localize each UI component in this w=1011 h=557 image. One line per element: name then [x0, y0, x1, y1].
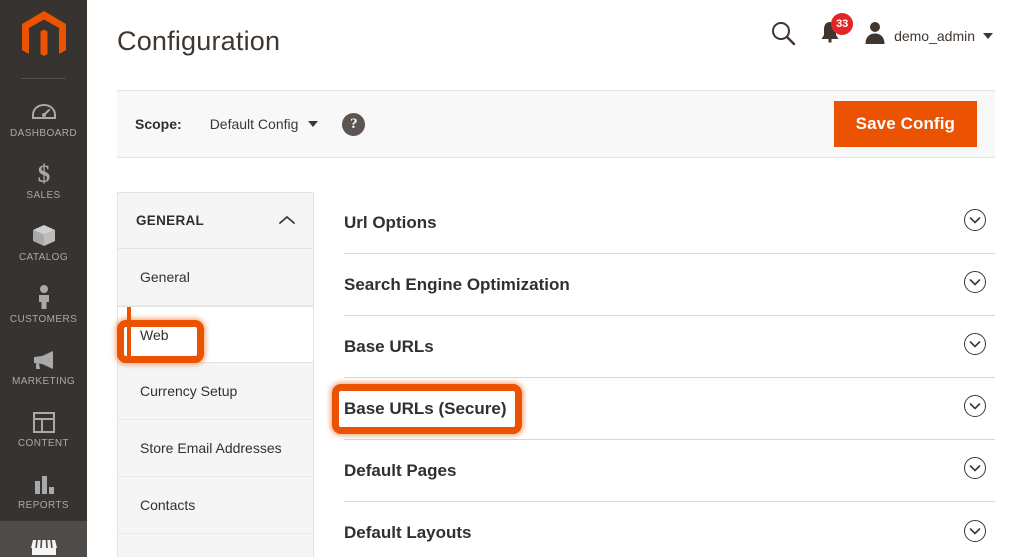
sidebar-item-marketing[interactable]: MARKETING — [0, 335, 87, 397]
section-row-default-pages[interactable]: Default Pages — [344, 440, 995, 502]
chevron-down-circle-icon[interactable] — [963, 332, 987, 361]
sidebar-item-sales[interactable]: $ SALES — [0, 149, 87, 211]
config-nav-item-label: Currency Setup — [140, 383, 238, 399]
section-row-base-urls-secure[interactable]: Base URLs (Secure) — [344, 378, 995, 440]
chevron-down-circle-icon[interactable] — [963, 519, 987, 548]
header-actions: 33 demo_admin — [770, 13, 993, 51]
section-title: Search Engine Optimization — [344, 274, 570, 294]
marketing-icon — [31, 346, 57, 372]
config-nav-item-contacts[interactable]: Contacts — [118, 477, 313, 534]
section-title: Base URLs (Secure) — [344, 398, 507, 418]
config-nav-item-general[interactable]: General — [118, 249, 313, 306]
search-button[interactable] — [770, 20, 796, 51]
stores-icon — [30, 532, 58, 557]
sidebar-item-label: REPORTS — [18, 499, 69, 511]
caret-down-icon — [308, 121, 319, 127]
sidebar-item-label: DASHBOARD — [10, 127, 77, 139]
admin-page: DASHBOARD $ SALES CATALOG CUSTOMERS MARK… — [0, 0, 1011, 557]
scope-label: Scope: — [135, 116, 182, 132]
scope-selected-value: Default Config — [209, 116, 299, 132]
config-nav-item-label: General — [140, 269, 190, 285]
chevron-down-circle-icon[interactable] — [963, 270, 987, 299]
section-row-search-engine-optimization[interactable]: Search Engine Optimization — [344, 254, 995, 316]
sidebar-item-stores[interactable]: STORES — [0, 521, 87, 557]
sidebar-item-reports[interactable]: REPORTS — [0, 459, 87, 521]
config-nav-item-currency-setup[interactable]: Currency Setup — [118, 363, 313, 420]
sidebar-item-label: CONTENT — [17, 437, 70, 449]
caret-down-icon — [983, 32, 993, 39]
config-nav-item-label: Web — [140, 326, 169, 343]
sidebar-item-content[interactable]: CONTENT — [0, 397, 87, 459]
section-row-default-layouts[interactable]: Default Layouts — [344, 502, 995, 557]
page-title: Configuration — [117, 26, 281, 56]
sidebar-item-label: SALES — [26, 189, 61, 201]
config-nav-group-general[interactable]: GENERAL — [118, 193, 313, 249]
magento-logo-icon — [18, 9, 70, 70]
customers-icon — [34, 284, 54, 310]
chevron-down-circle-icon[interactable] — [963, 208, 987, 237]
content-icon — [32, 408, 56, 434]
user-avatar-icon — [864, 21, 886, 50]
chevron-up-icon — [279, 212, 295, 230]
config-nav-panel: GENERAL General Web Currency Setup Store… — [117, 192, 314, 557]
page-header: Configuration 33 demo_admin — [87, 0, 1011, 78]
user-name: demo_admin — [894, 27, 975, 44]
config-nav-group-label: GENERAL — [136, 213, 205, 228]
section-title: Url Options — [344, 212, 437, 232]
config-nav-item-web[interactable]: Web — [118, 306, 313, 363]
sidebar-item-label: CATALOG — [18, 251, 69, 263]
sidebar-item-dashboard[interactable]: DASHBOARD — [0, 87, 87, 149]
config-nav-item-label: Contacts — [140, 497, 196, 513]
section-row-base-urls[interactable]: Base URLs — [344, 316, 995, 378]
notifications-button[interactable]: 33 — [818, 13, 854, 51]
sidebar-item-label: MARKETING — [11, 375, 76, 387]
dashboard-icon — [31, 98, 56, 124]
config-nav-item-label: Store Email Addresses — [140, 440, 282, 456]
scope-selector[interactable]: Default Config — [210, 116, 319, 132]
section-row-url-options[interactable]: Url Options — [344, 192, 995, 254]
section-title: Default Pages — [344, 460, 457, 480]
main-sidebar: DASHBOARD $ SALES CATALOG CUSTOMERS MARK… — [0, 0, 87, 557]
section-title: Default Layouts — [344, 523, 472, 542]
config-nav-item-store-email-addresses[interactable]: Store Email Addresses — [118, 420, 313, 477]
reports-icon — [32, 470, 56, 496]
question-mark-icon[interactable]: ? — [342, 112, 366, 136]
sales-icon: $ — [32, 160, 56, 186]
sidebar-item-catalog[interactable]: CATALOG — [0, 211, 87, 273]
svg-text:$: $ — [37, 161, 50, 186]
notification-badge: 33 — [831, 13, 854, 35]
sidebar-divider — [21, 78, 66, 79]
chevron-down-circle-icon[interactable] — [963, 456, 987, 485]
sidebar-item-customers[interactable]: CUSTOMERS — [0, 273, 87, 335]
config-section-list: Url Options Search Engine Optimization B… — [344, 192, 995, 557]
magento-logo[interactable] — [0, 0, 87, 78]
user-menu[interactable]: demo_admin — [864, 21, 993, 50]
chevron-down-circle-icon[interactable] — [963, 394, 987, 423]
sidebar-item-label: CUSTOMERS — [9, 313, 78, 325]
save-config-button[interactable]: Save Config — [833, 101, 977, 147]
section-title: Base URLs — [344, 336, 434, 356]
scope-bar: Scope: Default Config ? Save Config — [117, 90, 995, 158]
catalog-icon — [31, 222, 57, 248]
search-icon — [770, 20, 796, 51]
